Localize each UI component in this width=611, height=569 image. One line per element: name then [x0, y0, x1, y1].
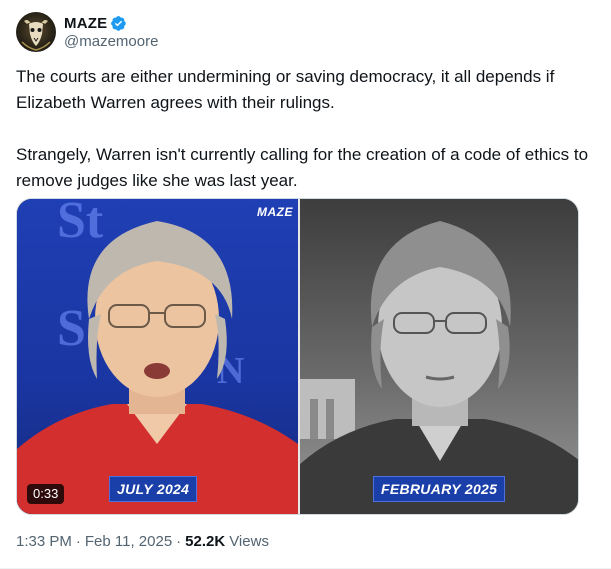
video-frame-left: St S N MAZE JULY 2024 0:33: [17, 199, 298, 514]
maze-watermark: MAZE: [257, 205, 293, 219]
tweet-text: The courts are either undermining or sav…: [16, 64, 591, 194]
separator: ·: [176, 533, 182, 550]
author-avatar[interactable]: [16, 12, 56, 52]
speaker-image-left: [17, 221, 298, 514]
tweet-paragraph: Strangely, Warren isn't currently callin…: [16, 145, 589, 190]
author-display-name[interactable]: MAZE: [64, 15, 107, 32]
caption-left: JULY 2024: [109, 476, 198, 502]
video-frame-right: FEBRUARY 2025: [300, 199, 578, 514]
author-name-row: MAZE: [64, 13, 127, 33]
verified-badge-icon: [111, 15, 127, 31]
tweet-date[interactable]: Feb 11, 2025: [85, 533, 172, 550]
tweet-metadata: 1:33 PM · Feb 11, 2025 · 52.2K Views: [16, 533, 269, 550]
views-count: 52.2K: [185, 533, 226, 550]
separator: ·: [75, 533, 81, 550]
tweet-time[interactable]: 1:33 PM: [16, 533, 72, 550]
views-label: Views: [229, 533, 269, 550]
tweet-paragraph: The courts are either undermining or sav…: [16, 67, 555, 112]
caption-right: FEBRUARY 2025: [373, 476, 506, 502]
video-player[interactable]: St S N MAZE JULY 2024 0:33 FEBRUARY 2025: [16, 198, 579, 515]
video-duration: 0:33: [27, 484, 65, 504]
goat-skull-icon: [21, 20, 51, 51]
speaker-image-right: [300, 221, 578, 514]
tweet-card: MAZE @mazemoore The courts are either un…: [0, 0, 611, 569]
author-handle[interactable]: @mazemoore: [64, 33, 158, 50]
